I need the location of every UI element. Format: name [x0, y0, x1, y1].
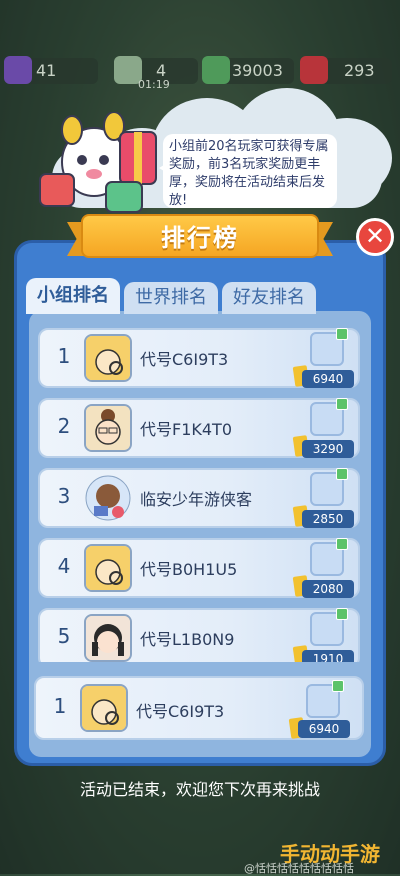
close-button[interactable]: ✕ — [356, 218, 394, 256]
cash-indicator[interactable]: 39003 — [202, 56, 294, 84]
score-value: 6940 — [298, 720, 350, 738]
tab-world-ranking[interactable]: 世界排名 — [124, 282, 218, 314]
gem-indicator[interactable]: 293 — [300, 56, 392, 84]
player-name: 代号C6I9T3 — [140, 350, 229, 369]
gift-box-icon — [310, 538, 348, 576]
list-item[interactable]: 5 代号L1B0N9 1910 — [38, 608, 360, 662]
title-ribbon: 排行榜 — [67, 208, 333, 262]
gem-value: 293 — [344, 61, 375, 80]
mascot-character-icon — [39, 112, 157, 213]
list-item[interactable]: 3 临安少年游侠客 2850 — [38, 468, 360, 528]
rank-number: 3 — [57, 484, 71, 508]
player-name: 代号C6I9T3 — [136, 702, 225, 721]
list-item[interactable]: 2 代号F1K4T0 3290 — [38, 398, 360, 458]
cash-icon — [202, 56, 230, 84]
avatar — [84, 474, 132, 522]
rank-number: 4 — [57, 554, 71, 578]
level-indicator[interactable]: 41 — [4, 56, 98, 84]
page-title: 排行榜 — [161, 224, 239, 252]
ranking-list[interactable]: 1 代号C6I9T3 6940 2 代号F1K4T0 3290 3 临安少年游侠… — [34, 324, 364, 662]
cash-value: 39003 — [232, 61, 283, 80]
gift-box-icon — [310, 398, 348, 436]
player-name: 代号L1B0N9 — [140, 630, 235, 649]
gift-box-icon — [310, 328, 348, 366]
rank-number: 1 — [53, 694, 67, 718]
player-name: 代号B0H1U5 — [140, 560, 238, 579]
gift-box-icon — [306, 680, 344, 718]
top-status-bar: 41 4 01:19 39003 293 — [0, 54, 400, 91]
score-value: 1910 — [302, 650, 354, 662]
level-star-icon — [4, 56, 32, 84]
info-speech-bubble: 小组前20名玩家可获得专属奖励，前3名玩家奖励更丰厚，奖励将在活动结束后发放! — [159, 134, 337, 208]
avatar — [80, 684, 128, 732]
ranking-tabs: 小组排名 世界排名 好友排名 — [26, 278, 326, 314]
avatar — [84, 614, 132, 662]
score-value: 2080 — [302, 580, 354, 598]
rank-number: 2 — [57, 414, 71, 438]
tab-friend-ranking[interactable]: 好友排名 — [222, 282, 316, 314]
tab-group-ranking[interactable]: 小组排名 — [26, 278, 120, 314]
score-value: 2850 — [302, 510, 354, 528]
rank-number: 1 — [57, 344, 71, 368]
rank-number: 5 — [57, 624, 71, 648]
ruby-gem-icon — [300, 56, 328, 84]
list-item[interactable]: 1 代号C6I9T3 6940 — [38, 328, 360, 388]
event-ended-message: 活动已结束，欢迎您下次再来挑战 — [79, 780, 320, 799]
score-value: 3290 — [302, 440, 354, 458]
gift-box-icon — [310, 608, 348, 646]
avatar — [84, 404, 132, 452]
level-value: 41 — [36, 61, 57, 80]
gift-box-icon — [310, 468, 348, 506]
my-rank-row[interactable]: 1 代号C6I9T3 6940 — [34, 676, 364, 740]
avatar — [84, 334, 132, 382]
score-value: 6940 — [302, 370, 354, 388]
energy-indicator[interactable]: 4 01:19 — [114, 56, 198, 91]
avatar — [84, 544, 132, 592]
list-item[interactable]: 4 代号B0H1U5 2080 — [38, 538, 360, 598]
player-name: 临安少年游侠客 — [140, 490, 253, 509]
player-name: 代号F1K4T0 — [140, 420, 233, 439]
